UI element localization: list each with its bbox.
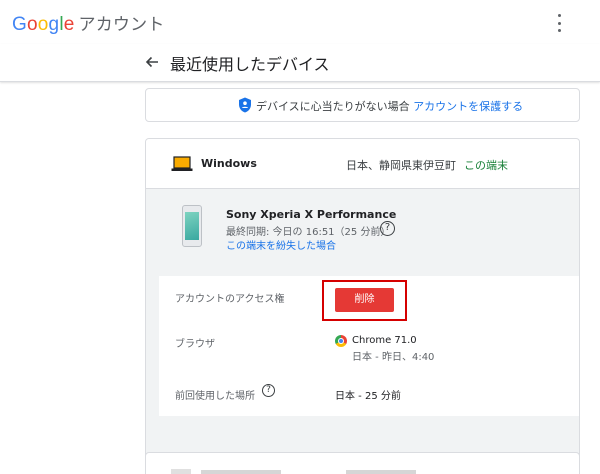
device-group-location: 日本、静岡県東伊豆町 この端末 [346,157,508,173]
notice-text: デバイスに心当たりがない場合 アカウントを保護する [256,98,523,114]
logo-letter: g [48,14,60,35]
help-icon[interactable]: ? [380,221,395,236]
help-icon[interactable]: ? [262,384,275,397]
browser-name: Chrome 71.0 [352,335,417,346]
notice-message: デバイスに心当たりがない場合 [256,100,410,113]
chrome-icon [335,335,347,347]
lost-device-link[interactable]: この端末を紛失した場合 [226,237,336,252]
device-details-panel: アカウントのアクセス権 削除 ブラウザ Chrome 71.0 日本 - 昨日、… [159,276,579,416]
logo-letter: e [63,14,75,35]
phone-icon [182,205,202,247]
browser-label: ブラウザ [175,339,215,350]
device-name: Sony Xperia X Performance [226,208,397,221]
access-label: アカウントのアクセス権 [175,294,285,305]
this-device-badge: この端末 [464,159,508,172]
laptop-icon [171,156,193,171]
shield-person-icon [239,97,251,113]
logo-letter: G [12,14,27,35]
device-location-partial [346,470,416,474]
logo-letter: o [37,14,49,35]
next-device-card[interactable] [145,452,580,474]
device-last-sync: 最終同期: 今日の 16:51（25 分前） [226,227,391,238]
page-title: 最近使用したデバイス [170,55,330,74]
remove-button[interactable]: 削除 [335,288,394,312]
last-location-label: 前回使用した場所 [175,391,255,402]
device-group-title: Windows [201,157,257,170]
protect-account-link[interactable]: アカウントを保護する [413,100,523,113]
arrow-back-icon[interactable] [144,54,160,70]
product-name: アカウント [78,15,165,35]
last-location-value: 日本 - 25 分前 [335,391,401,402]
browser-last-used: 日本 - 昨日、4:40 [352,352,435,363]
top-app-bar: Google アカウント [0,0,600,44]
logo-letter: o [26,14,38,35]
device-group-card: Windows 日本、静岡県東伊豆町 この端末 Sony Xperia X Per… [145,138,580,474]
device-icon-partial [171,469,191,474]
more-vert-icon[interactable] [552,14,566,32]
unknown-device-notice: デバイスに心当たりがない場合 アカウントを保護する [145,88,580,122]
device-group-location-text: 日本、静岡県東伊豆町 [346,159,456,172]
device-group-header[interactable]: Windows 日本、静岡県東伊豆町 この端末 [146,139,579,189]
page-title-bar: 最近使用したデバイス [0,44,600,82]
google-account-logo[interactable]: Google アカウント [12,10,165,36]
device-name-partial [201,470,281,474]
